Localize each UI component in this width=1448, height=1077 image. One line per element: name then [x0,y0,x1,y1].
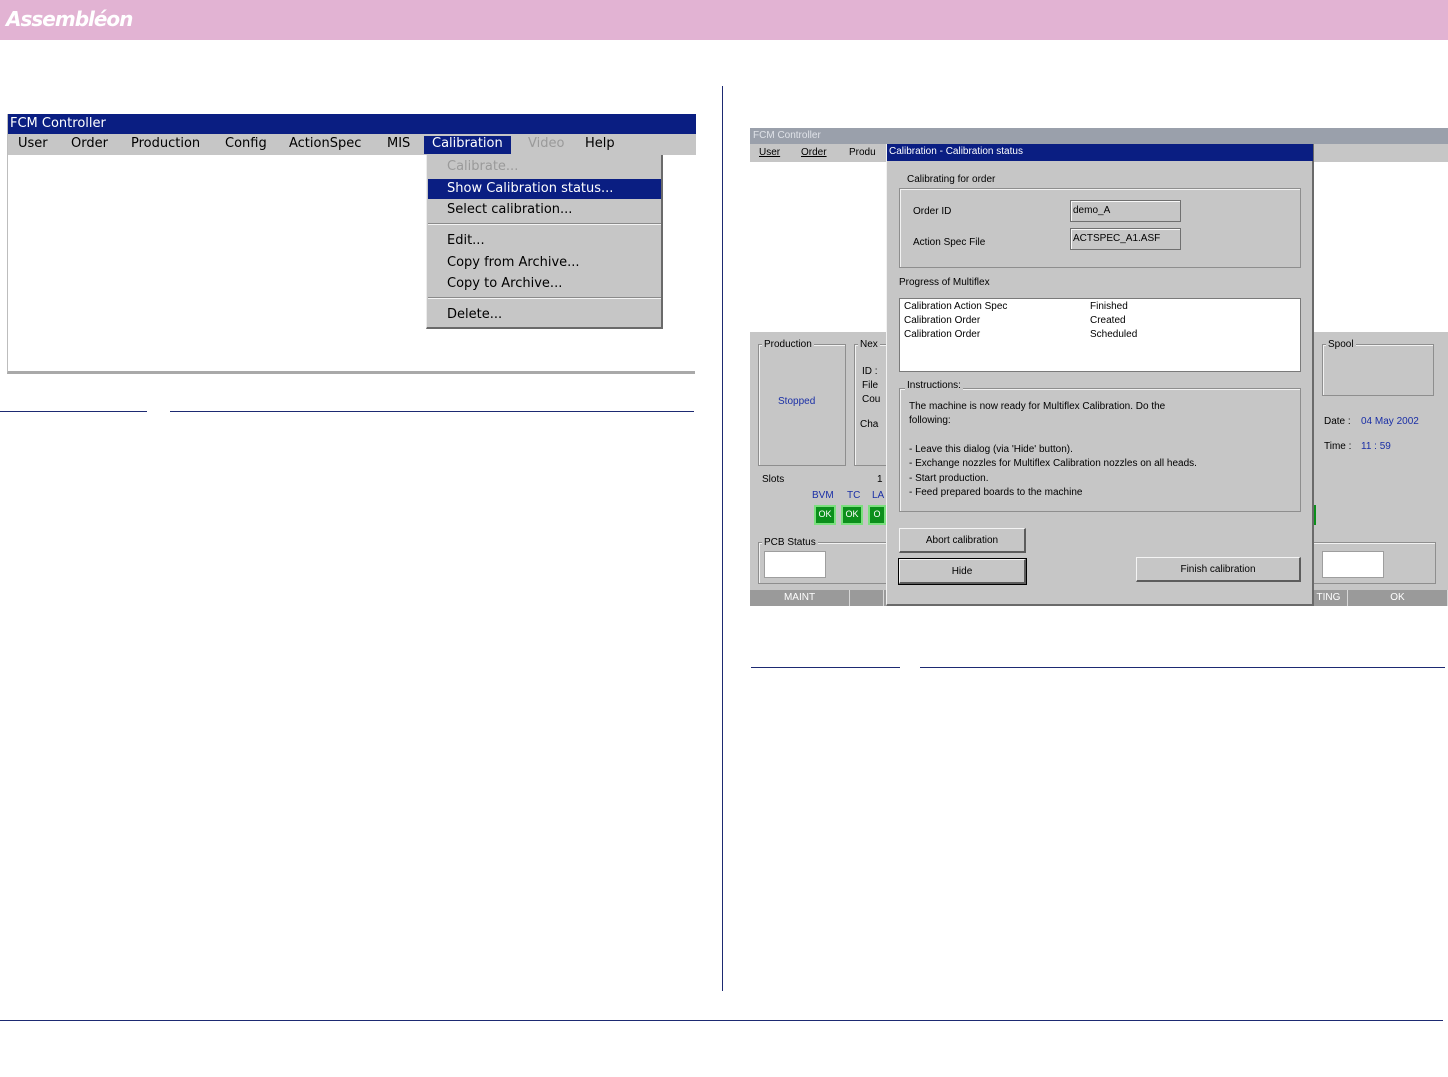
brand-logo: Assembléon [6,7,133,31]
caption-rule [170,411,694,412]
bg-menu-order[interactable]: Order [801,147,827,158]
menu-item-edit[interactable]: Edit... [428,231,661,251]
speed-frame-label: Spool [1326,339,1356,350]
progress-label: Progress of Multiflex [899,277,990,288]
slot-header-tc: TC [847,490,861,501]
menu-item-copy-to-archive[interactable]: Copy to Archive... [428,274,661,294]
menu-user[interactable]: User [16,136,50,154]
pcb-status-slot [1322,551,1384,578]
progress-item: Calibration Order [904,315,981,326]
date-value: 04 May 2002 [1361,416,1419,427]
slot-status-ok[interactable]: OK [841,505,863,525]
instructions-step: - Feed prepared boards to the machine [909,487,1083,498]
menu-separator [428,223,661,225]
time-label: Time : [1324,441,1352,452]
status-ok-button[interactable]: OK [1348,590,1448,606]
instructions-step: - Start production. [909,473,989,484]
dialog-title: Calibration - Calibration status [887,144,1313,161]
date-label: Date : [1324,416,1351,427]
bg-menu-user[interactable]: User [759,147,780,158]
calibration-dropdown-menu: Calibrate... Show Calibration status... … [426,155,663,329]
slot-header-la: LA [872,490,885,501]
menu-item-calibrate[interactable]: Calibrate... [428,157,661,177]
menu-bar: User Order Production Config ActionSpec … [8,134,696,155]
speed-frame [1322,344,1434,396]
window-title: FCM Controller [8,114,696,134]
caption-rule [920,667,1445,668]
next-order-frame-label: Nex [858,339,880,350]
hide-button[interactable]: Hide [898,558,1027,585]
order-id-label: Order ID [913,206,952,217]
instructions-step: - Exchange nozzles for Multiflex Calibra… [909,458,1197,469]
progress-item: Calibration Order [904,329,981,340]
menu-calibration[interactable]: Calibration [424,136,511,154]
caption-rule [0,411,147,412]
slot-header-bvm: BVM [812,490,834,501]
menu-video[interactable]: Video [526,136,566,154]
calibrating-for-order-label: Calibrating for order [905,174,998,185]
slot-status-ok[interactable]: O [868,505,886,525]
slots-label: Slots [762,474,785,485]
instructions-label: Instructions: [905,380,963,391]
menu-item-show-calibration-status[interactable]: Show Calibration status... [428,179,661,199]
calibration-status-dialog: Calibration - Calibration status Calibra… [886,144,1314,606]
instructions-step: - Leave this dialog (via 'Hide' button). [909,444,1073,455]
fcm-controller-calibration-window: FCM Controller User Order Produ Producti… [750,128,1448,606]
menu-item-delete[interactable]: Delete... [428,305,661,325]
slots-number: 1 [877,474,883,485]
instructions-text: following: [909,415,951,426]
abort-calibration-button[interactable]: Abort calibration [899,528,1026,553]
menu-order[interactable]: Order [69,136,110,154]
background-window-title: FCM Controller [750,128,1448,144]
menu-production[interactable]: Production [129,136,202,154]
bg-menu-production[interactable]: Produ [849,147,876,158]
next-file-label: File [862,380,879,391]
menu-item-copy-from-archive[interactable]: Copy from Archive... [428,253,661,273]
menu-item-select-calibration[interactable]: Select calibration... [428,200,661,220]
menu-mis[interactable]: MIS [385,136,412,154]
pcb-status-slot [764,551,826,578]
menu-help[interactable]: Help [583,136,617,154]
action-spec-file-field[interactable]: ACTSPEC_A1.ASF [1070,228,1181,250]
menu-separator [428,297,661,299]
fcm-controller-window: FCM Controller User Order Production Con… [7,114,696,374]
next-count-label: Cou [862,394,881,405]
production-state: Stopped [778,396,816,407]
progress-status: Scheduled [1090,329,1138,340]
instructions-text: The machine is now ready for Multiflex C… [909,401,1166,412]
menu-config[interactable]: Config [223,136,269,154]
production-frame-label: Production [762,339,814,350]
status-cell [850,590,884,606]
column-divider [722,86,723,991]
pcb-status-label: PCB Status [762,537,818,548]
action-spec-file-label: Action Spec File [913,237,986,248]
progress-status: Finished [1090,301,1128,312]
status-waiting-button[interactable]: TING [1310,590,1348,606]
order-id-field[interactable]: demo_A [1070,200,1181,222]
next-id-label: ID : [862,366,878,377]
progress-status: Created [1090,315,1126,326]
page-footer-rule [0,1020,1443,1021]
status-maint-button[interactable]: MAINT [750,590,850,606]
finish-calibration-button[interactable]: Finish calibration [1136,557,1301,582]
time-value: 11 : 59 [1361,441,1391,452]
progress-list[interactable]: Calibration Action Spec Finished Calibra… [899,298,1301,372]
menu-actionspec[interactable]: ActionSpec [287,136,363,154]
progress-item: Calibration Action Spec [904,301,1008,312]
next-changeover-label: Cha [860,419,879,430]
brand-header-bar: Assembléon [0,0,1448,40]
caption-rule [751,667,900,668]
slot-status-ok[interactable]: OK [814,505,836,525]
